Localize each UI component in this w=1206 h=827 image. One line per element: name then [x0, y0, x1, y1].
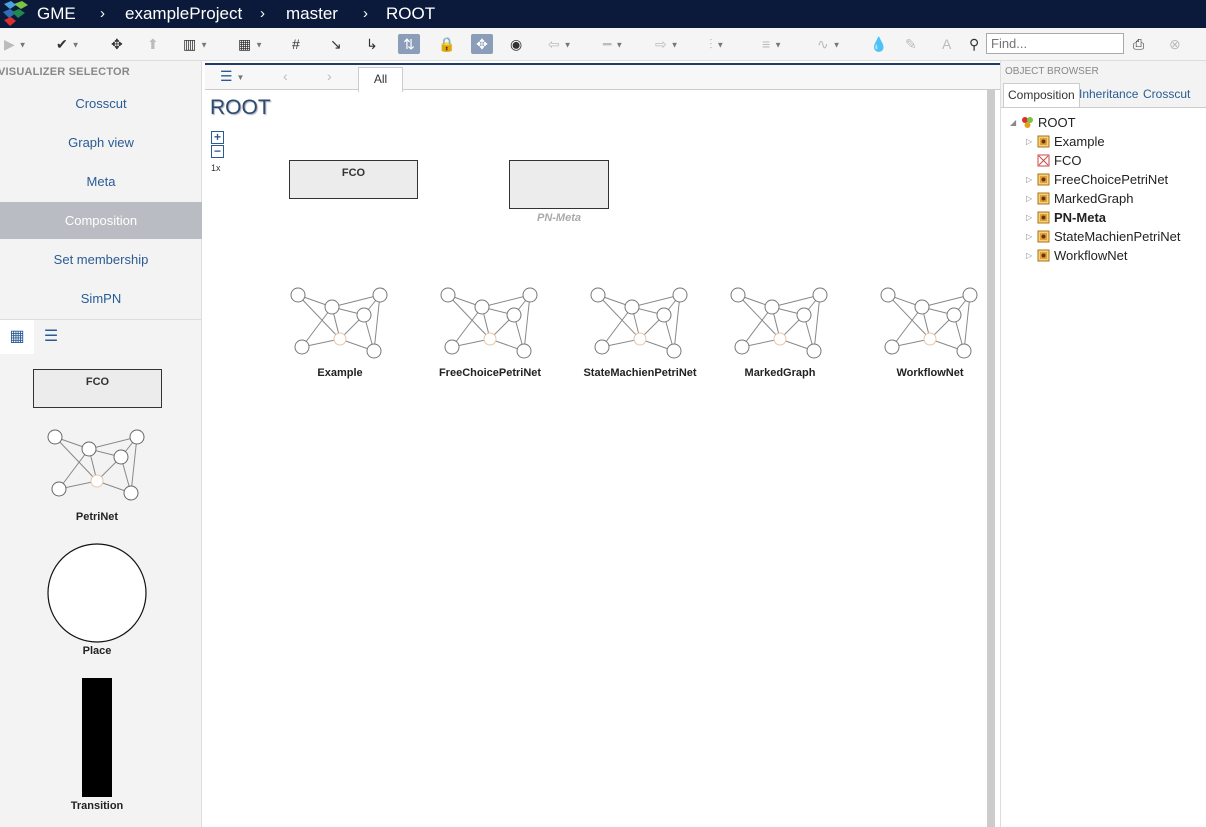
- viz-item-set-membership[interactable]: Set membership: [0, 241, 202, 278]
- fco-icon: [1037, 154, 1050, 167]
- model-graph-icon[interactable]: [440, 287, 540, 359]
- transition-bar-icon[interactable]: [82, 678, 112, 797]
- tab-inheritance[interactable]: Inheritance: [1075, 83, 1142, 107]
- model-icon: [1037, 135, 1050, 148]
- crosshair-icon[interactable]: ✥: [111, 34, 123, 54]
- expand-triangle-icon[interactable]: ▷: [1026, 227, 1032, 246]
- model-graph-icon[interactable]: [880, 287, 980, 359]
- canvas-scrollbar[interactable]: [987, 90, 995, 827]
- hash-icon[interactable]: #: [292, 34, 300, 54]
- model-icon: [1037, 211, 1050, 224]
- viz-item-composition[interactable]: Composition: [0, 202, 202, 239]
- chevron-right-icon: ›: [100, 5, 105, 22]
- palette-transition[interactable]: Transition: [22, 800, 172, 812]
- model-graph-icon[interactable]: [730, 287, 830, 359]
- palette-place[interactable]: Place: [22, 645, 172, 657]
- petrinet-graph-icon: [47, 429, 145, 501]
- viz-item-meta[interactable]: Meta: [0, 163, 202, 200]
- move-icon[interactable]: ✥: [471, 34, 493, 54]
- arrow-left-icon[interactable]: ⇦ ▼: [548, 34, 572, 54]
- model-icon: [1037, 249, 1050, 262]
- viz-item-crosscut[interactable]: Crosscut: [0, 85, 202, 122]
- eye-icon[interactable]: ◉: [510, 34, 522, 54]
- expand-triangle-icon[interactable]: ▷: [1026, 246, 1032, 265]
- palette-petrinet[interactable]: PetriNet: [22, 511, 172, 523]
- chevron-right-icon: ›: [363, 5, 368, 22]
- zoom-in-button[interactable]: +: [211, 131, 224, 144]
- model-label[interactable]: StateMachienPetriNet: [565, 367, 715, 379]
- grid-icon[interactable]: ▦ ▼: [238, 34, 263, 54]
- tab-all[interactable]: All: [358, 67, 403, 92]
- zoom-level: 1x: [211, 163, 221, 173]
- page-title: ROOT: [210, 96, 271, 119]
- expand-triangle-icon[interactable]: ▷: [1026, 170, 1032, 189]
- model-graph-icon[interactable]: [590, 287, 690, 359]
- view-toggle: ▦ ☰: [0, 319, 202, 354]
- top-navbar: GME › exampleProject › master › ROOT: [0, 0, 1206, 28]
- model-label[interactable]: Example: [265, 367, 415, 379]
- model-icon: [1037, 230, 1050, 243]
- play-icon[interactable]: ▶ ▼: [4, 34, 27, 54]
- expand-triangle-icon[interactable]: ▷: [1026, 208, 1032, 227]
- panel-title: OBJECT BROWSER: [1005, 66, 1099, 77]
- app-name-link[interactable]: GME: [37, 4, 76, 24]
- composition-canvas: ☰ ▼ ‹ › All ROOT + − 1x FCO PN-Meta Exam…: [205, 61, 1000, 827]
- zoom-out-button[interactable]: −: [211, 145, 224, 158]
- pen-icon[interactable]: ✎: [905, 34, 917, 54]
- canvas-tabs-bar: ☰ ▼ ‹ › All: [205, 63, 1000, 92]
- line-style-icon[interactable]: ━ ▼: [603, 34, 623, 54]
- search-input[interactable]: [986, 33, 1124, 54]
- palette-fco[interactable]: FCO: [33, 369, 162, 408]
- font-icon[interactable]: A: [942, 34, 951, 54]
- expand-triangle-icon[interactable]: ▷: [1026, 189, 1032, 208]
- breadcrumb-branch[interactable]: master: [286, 4, 338, 24]
- search-icon: ⚲: [969, 36, 980, 52]
- elbow-connection-icon[interactable]: ↳: [366, 34, 378, 54]
- tab-composition[interactable]: Composition: [1003, 83, 1080, 107]
- visualizer-selector-panel: VISUALIZER SELECTOR Crosscut Graph view …: [0, 61, 202, 827]
- tab-crosscut[interactable]: Crosscut: [1139, 83, 1194, 107]
- breadcrumb-node[interactable]: ROOT: [386, 4, 435, 24]
- sliders-icon[interactable]: ⫶ ▼: [709, 34, 724, 54]
- viz-item-simpn[interactable]: SimPN: [0, 280, 202, 317]
- layout-icon[interactable]: ▥ ▼: [183, 34, 208, 54]
- upload-icon[interactable]: ⬆: [147, 34, 159, 54]
- arrow-right-icon[interactable]: ⇨ ▼: [655, 34, 679, 54]
- place-circle-icon[interactable]: [46, 542, 148, 644]
- collapse-triangle-icon[interactable]: ◢: [1010, 113, 1016, 132]
- model-icon: [1037, 192, 1050, 205]
- route-icon[interactable]: ⇅: [398, 34, 420, 54]
- object-browser-panel: OBJECT BROWSER Composition Inheritance C…: [1000, 61, 1206, 827]
- chevron-right-icon: ›: [260, 5, 265, 22]
- model-graph-icon[interactable]: [290, 287, 390, 359]
- pn-meta-label: PN-Meta: [536, 212, 581, 224]
- model-icon: [1037, 173, 1050, 186]
- root-icon: [1022, 117, 1033, 128]
- fill-color-icon[interactable]: 💧: [870, 34, 887, 54]
- check-icon[interactable]: ✔ ▼: [56, 34, 80, 54]
- chevron-right-icon[interactable]: ›: [327, 68, 332, 84]
- object-tree: ◢ ROOT ▷ Example FCO ▷ FreeChoicePetriNet ▷ Ma…: [1001, 107, 1206, 827]
- pn-meta-node[interactable]: [509, 160, 609, 209]
- list-view-icon[interactable]: ☰: [34, 320, 68, 354]
- chevron-left-icon[interactable]: ‹: [283, 68, 288, 84]
- close-icon[interactable]: ⊗: [1169, 34, 1181, 54]
- viz-item-graph-view[interactable]: Graph view: [0, 124, 202, 161]
- line-pattern-icon[interactable]: ∿ ▼: [817, 34, 841, 54]
- panel-title: VISUALIZER SELECTOR: [0, 66, 130, 78]
- toolbar: ▶ ▼ ✔ ▼ ✥ ⬆ ▥ ▼ ▦ ▼ # ↘ ↳ ⇅ 🔒 ✥ ◉ ⇦ ▼ ━ …: [0, 28, 1206, 61]
- print-icon[interactable]: ⎙: [1133, 34, 1144, 54]
- gme-logo-icon: [3, 1, 28, 26]
- line-width-icon[interactable]: ≡ ▼: [762, 34, 782, 54]
- expand-triangle-icon[interactable]: ▷: [1026, 132, 1032, 151]
- list-menu-icon[interactable]: ☰ ▼: [220, 68, 244, 85]
- lock-icon[interactable]: 🔒: [438, 34, 455, 54]
- fco-node[interactable]: FCO: [289, 160, 418, 199]
- breadcrumb-project[interactable]: exampleProject: [125, 4, 242, 24]
- connection-icon[interactable]: ↘: [330, 34, 342, 54]
- model-label[interactable]: MarkedGraph: [705, 367, 855, 379]
- grid-view-icon[interactable]: ▦: [0, 320, 34, 354]
- model-label[interactable]: FreeChoicePetriNet: [415, 367, 565, 379]
- model-label[interactable]: WorkflowNet: [855, 367, 1005, 379]
